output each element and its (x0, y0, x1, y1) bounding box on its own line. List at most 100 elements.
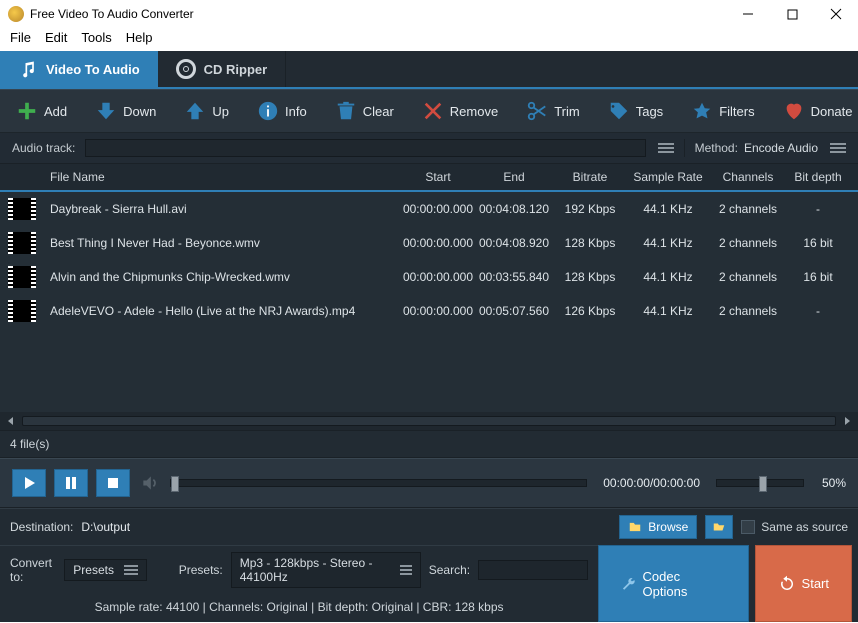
folder-open-icon (712, 520, 726, 534)
trim-button[interactable]: Trim (526, 100, 580, 122)
file-count: 4 file(s) (0, 430, 858, 458)
plus-icon (16, 100, 38, 122)
seek-slider[interactable] (170, 479, 587, 487)
tab-video-to-audio[interactable]: Video To Audio (0, 51, 158, 87)
info-button[interactable]: Info (257, 100, 307, 122)
menubar: File Edit Tools Help (0, 28, 858, 51)
menu-icon (124, 565, 138, 575)
player-bar: 00:00:00/00:00:00 50% (0, 458, 858, 508)
up-button[interactable]: Up (184, 100, 229, 122)
presets-field[interactable]: Mp3 - 128kbps - Stereo - 44100Hz (231, 552, 421, 588)
convert-to-label: Convert to: (10, 556, 56, 584)
method-label: Method: (695, 141, 738, 155)
scissors-icon (526, 100, 548, 122)
table-row[interactable]: Alvin and the Chipmunks Chip-Wrecked.wmv… (0, 260, 858, 294)
destination-path[interactable]: D:\output (81, 520, 611, 534)
destination-label: Destination: (10, 520, 73, 534)
donate-button[interactable]: Donate (783, 100, 853, 122)
scroll-left-icon[interactable] (6, 416, 16, 426)
col-channels[interactable]: Channels (710, 170, 786, 184)
codec-options-button[interactable]: Codec Options (598, 545, 748, 622)
horizontal-scrollbar[interactable] (0, 412, 858, 430)
wrench-icon (621, 576, 636, 592)
table-row[interactable]: Daybreak - Sierra Hull.avi 00:00:00.000 … (0, 192, 858, 226)
table-header: File Name Start End Bitrate Sample Rate … (0, 164, 858, 192)
volume-slider[interactable] (716, 479, 804, 487)
main-tabs: Video To Audio CD Ripper (0, 51, 858, 89)
method-menu-icon[interactable] (830, 143, 846, 153)
tag-icon (608, 100, 630, 122)
search-field[interactable] (478, 560, 588, 580)
window-title: Free Video To Audio Converter (30, 7, 194, 21)
start-button[interactable]: Start (755, 545, 852, 622)
clear-button[interactable]: Clear (335, 100, 394, 122)
info-icon (257, 100, 279, 122)
menu-tools[interactable]: Tools (81, 30, 111, 45)
col-start[interactable]: Start (402, 170, 474, 184)
table-row[interactable]: Best Thing I Never Had - Beyonce.wmv 00:… (0, 226, 858, 260)
open-folder-button[interactable] (705, 515, 733, 539)
col-bitrate[interactable]: Bitrate (554, 170, 626, 184)
stop-icon (106, 476, 120, 490)
add-button[interactable]: Add (16, 100, 67, 122)
tab-video-label: Video To Audio (46, 62, 140, 77)
video-file-icon (8, 198, 36, 220)
cd-icon (176, 59, 196, 79)
app-logo-icon (8, 6, 24, 22)
audiotrack-menu-icon[interactable] (658, 143, 674, 153)
play-icon (22, 476, 36, 490)
filters-icon (691, 100, 713, 122)
video-file-icon (8, 300, 36, 322)
audiotrack-field[interactable] (85, 139, 645, 157)
menu-file[interactable]: File (10, 30, 31, 45)
tab-cd-ripper[interactable]: CD Ripper (158, 51, 287, 87)
toolbar: Add Down Up Info Clear Remove Trim Tags … (0, 89, 858, 133)
table-body: Daybreak - Sierra Hull.avi 00:00:00.000 … (0, 192, 858, 412)
stop-button[interactable] (96, 469, 130, 497)
col-end[interactable]: End (474, 170, 554, 184)
menu-help[interactable]: Help (126, 30, 153, 45)
menu-edit[interactable]: Edit (45, 30, 67, 45)
volume-percent: 50% (812, 476, 846, 490)
menu-icon (400, 565, 411, 575)
encoding-summary: Sample rate: 44100 | Channels: Original … (0, 594, 598, 622)
filters-button[interactable]: Filters (691, 100, 754, 122)
scroll-right-icon[interactable] (842, 416, 852, 426)
method-value[interactable]: Encode Audio (744, 141, 818, 155)
col-depth[interactable]: Bit depth (786, 170, 850, 184)
presets-label: Presets: (179, 563, 223, 577)
subbar: Audio track: Method: Encode Audio (0, 133, 858, 164)
down-button[interactable]: Down (95, 100, 156, 122)
heart-icon (783, 100, 805, 122)
titlebar: Free Video To Audio Converter (0, 0, 858, 28)
audiotrack-label: Audio track: (12, 141, 75, 155)
minimize-button[interactable] (726, 0, 770, 28)
pause-button[interactable] (54, 469, 88, 497)
refresh-icon (778, 575, 796, 593)
remove-button[interactable]: Remove (422, 100, 498, 122)
convert-to-field[interactable]: Presets (64, 559, 147, 581)
same-as-source-label: Same as source (761, 520, 848, 534)
arrow-down-icon (95, 100, 117, 122)
trash-icon (335, 100, 357, 122)
play-button[interactable] (12, 469, 46, 497)
destination-bar: Destination: D:\output Browse Same as so… (0, 508, 858, 545)
video-file-icon (8, 266, 36, 288)
video-file-icon (8, 232, 36, 254)
speaker-icon[interactable] (138, 471, 162, 495)
pause-icon (64, 476, 78, 490)
maximize-button[interactable] (770, 0, 814, 28)
timecode: 00:00:00/00:00:00 (603, 476, 700, 490)
music-note-icon (18, 59, 38, 79)
col-sample[interactable]: Sample Rate (626, 170, 710, 184)
tab-cd-label: CD Ripper (204, 62, 268, 77)
col-filename[interactable]: File Name (50, 170, 402, 184)
folder-icon (628, 520, 642, 534)
table-row[interactable]: AdeleVEVO - Adele - Hello (Live at the N… (0, 294, 858, 328)
browse-button[interactable]: Browse (619, 515, 697, 539)
tags-button[interactable]: Tags (608, 100, 663, 122)
same-as-source-checkbox[interactable] (741, 520, 755, 534)
close-button[interactable] (814, 0, 858, 28)
x-icon (422, 100, 444, 122)
convert-bar: Convert to: Presets Presets: Mp3 - 128kb… (0, 545, 598, 594)
